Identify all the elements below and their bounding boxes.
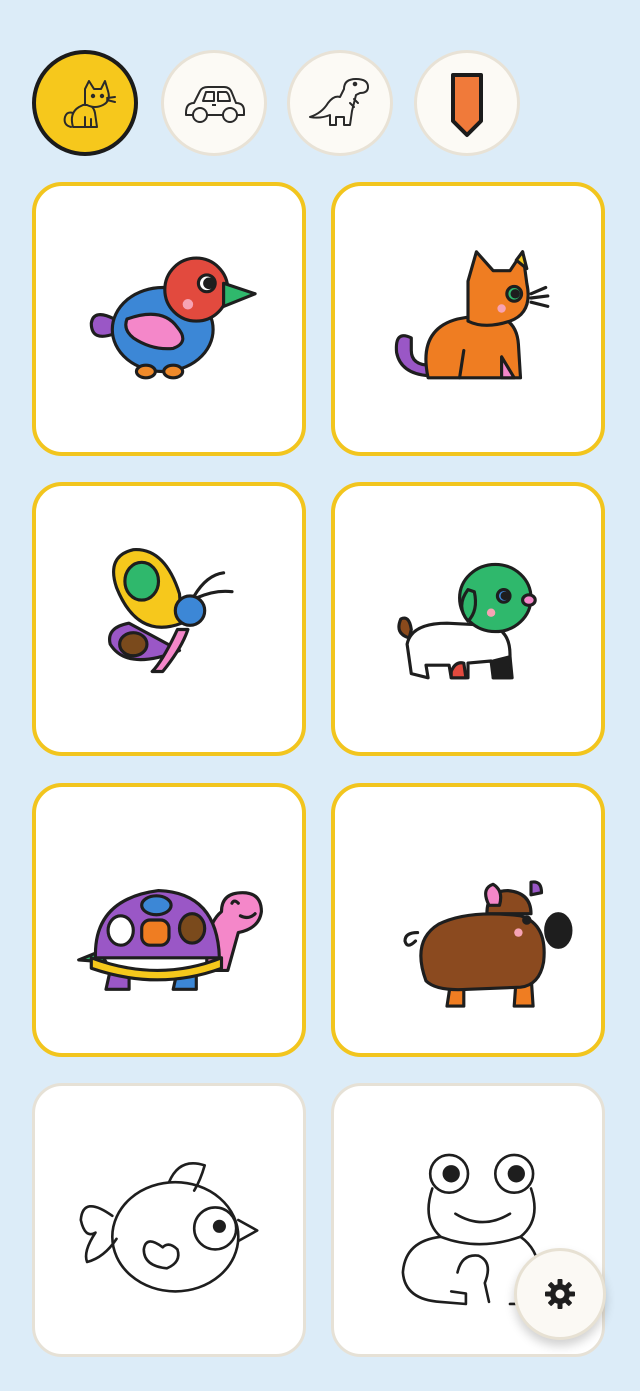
gear-icon	[545, 1279, 575, 1309]
bookmark-icon	[451, 73, 483, 137]
turtle-picture	[77, 889, 263, 991]
picture-card-butterfly[interactable]	[32, 482, 306, 756]
picture-card-puppy[interactable]	[331, 482, 605, 756]
picture-card-turtle[interactable]	[32, 783, 306, 1057]
dinosaur-icon	[309, 78, 369, 126]
cat-picture	[394, 250, 550, 380]
bird-picture	[89, 256, 257, 380]
cat-category-tab[interactable]	[32, 50, 138, 156]
cat-icon	[63, 80, 116, 128]
car-category-tab[interactable]	[161, 50, 267, 156]
fish-picture	[79, 1161, 259, 1293]
pig-picture	[403, 880, 573, 1008]
picture-card-fish[interactable]	[32, 1083, 306, 1357]
butterfly-picture	[108, 548, 234, 674]
puppy-picture	[397, 562, 537, 680]
picture-card-pig[interactable]	[331, 783, 605, 1057]
settings-button[interactable]	[514, 1248, 606, 1340]
category-tab-bar	[0, 0, 640, 170]
dinosaur-category-tab[interactable]	[287, 50, 393, 156]
bookmark-category-tab[interactable]	[414, 50, 520, 156]
picture-card-cat[interactable]	[331, 182, 605, 456]
picture-card-bird[interactable]	[32, 182, 306, 456]
car-icon	[185, 86, 245, 123]
